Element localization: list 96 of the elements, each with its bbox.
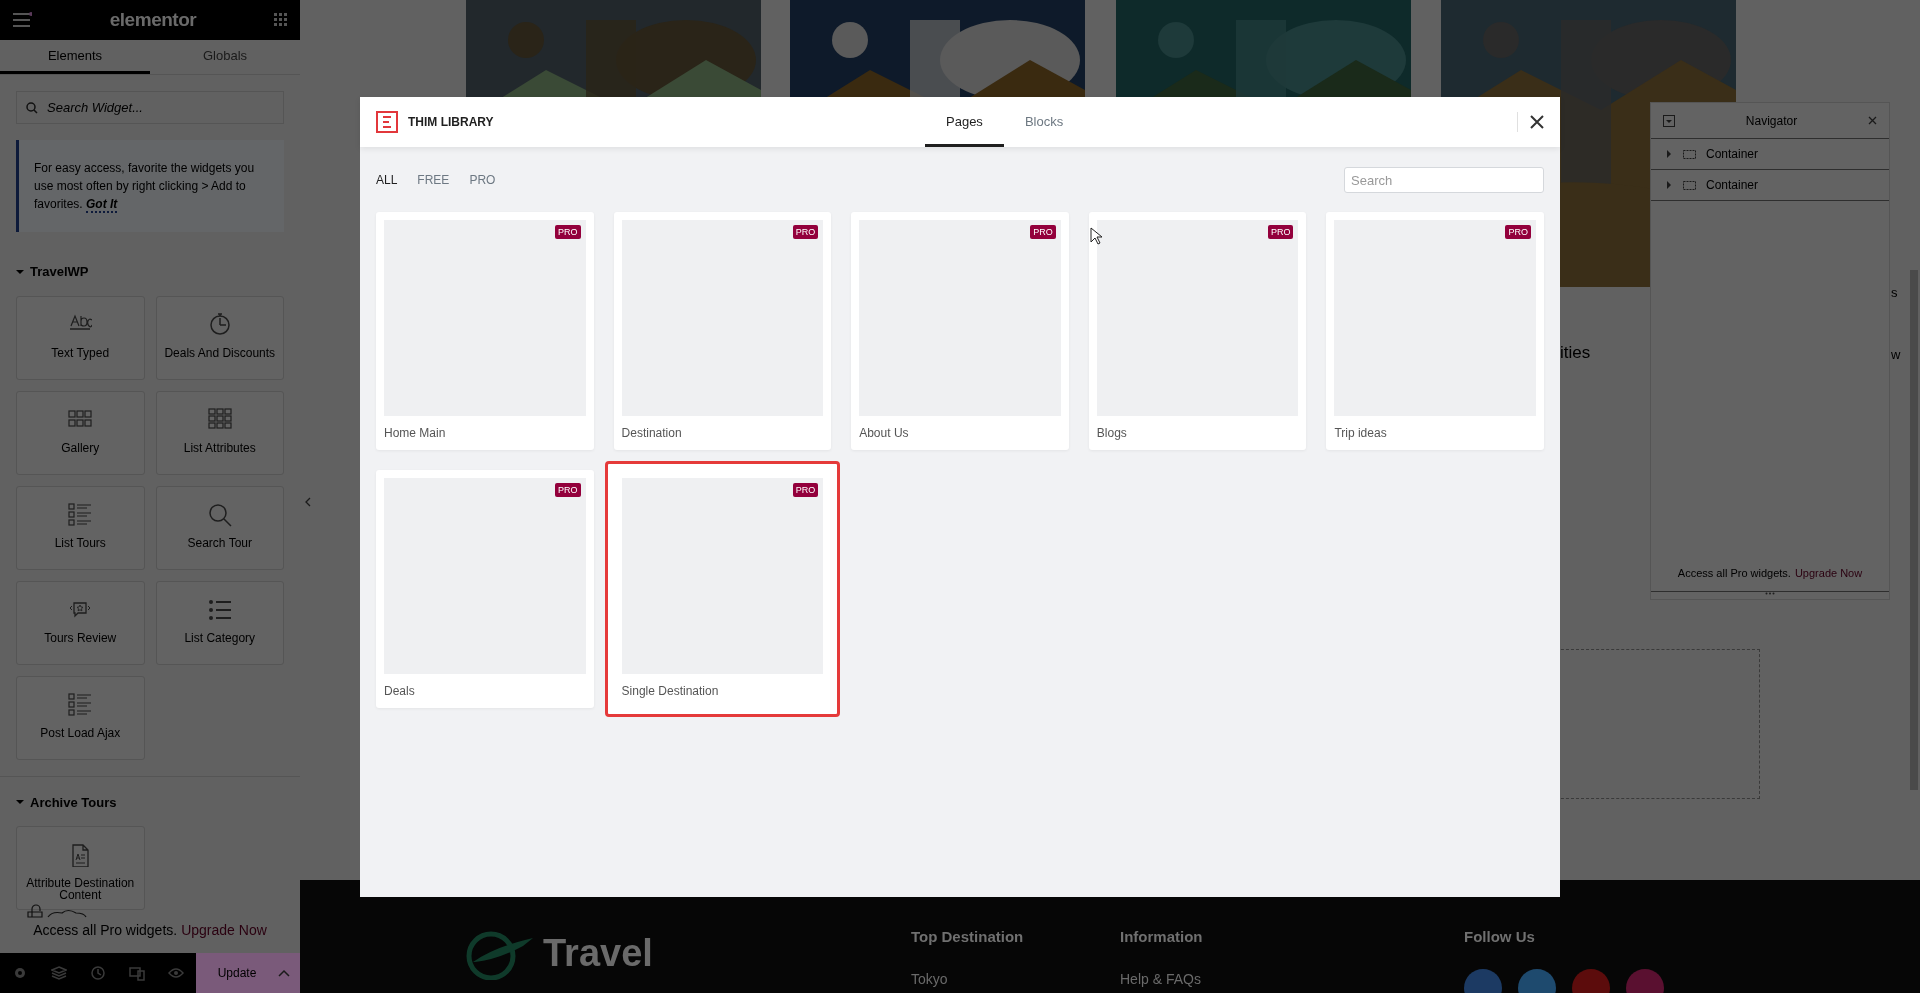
template-card[interactable]: PRO Home Main [376, 212, 594, 450]
modal-title: THIM LIBRARY [408, 114, 494, 131]
pro-badge: PRO [1030, 225, 1056, 239]
widget-label: Tours Review [44, 631, 117, 644]
logo-text: elementor [109, 7, 197, 32]
widget-card[interactable]: List Attributes [155, 390, 284, 475]
template-name: Single Destination [621, 683, 720, 700]
drag-handle-icon[interactable] [1765, 592, 1775, 595]
stopwatch-icon [207, 312, 232, 337]
template-card[interactable]: PRO About Us [851, 212, 1069, 450]
footer-heading: Top Destination [911, 927, 1024, 947]
tip-text: For easy access, favorite the widgets you use most often by right clicking > Add to favorites. Got It [34, 160, 256, 213]
navigator-item[interactable]: Container [1651, 139, 1889, 170]
section-title[interactable]: Archive Tours [30, 792, 117, 812]
template-name: Destination [621, 425, 683, 442]
template-name: Home Main [384, 425, 447, 442]
footer-link[interactable]: Help & FAQs [1120, 968, 1203, 990]
widget-card[interactable]: List Category [155, 580, 284, 665]
widget-card[interactable]: Post Load Ajax [16, 675, 145, 760]
library-logo-icon [376, 111, 398, 133]
template-card[interactable]: PRO Single Destination [604, 461, 841, 717]
upgrade-link[interactable]: Upgrade Now [181, 920, 267, 941]
responsive-icon [128, 965, 145, 981]
promo-text: Access all Pro widgets. [1677, 565, 1791, 581]
widget-card[interactable]: Deals And Discounts [155, 295, 284, 380]
layers-icon [50, 965, 67, 981]
search-field[interactable]: Search Widget... [16, 91, 284, 124]
widget-label: Text Typed [51, 346, 110, 359]
widget-label: Search Tour [187, 536, 252, 549]
panel-tab[interactable]: Elements [0, 40, 150, 74]
widget-label: List Category [184, 631, 256, 644]
widget-card[interactable]: Gallery [16, 390, 145, 475]
template-card[interactable]: PRO Destination [613, 212, 832, 450]
widget-label: Post Load Ajax [40, 726, 121, 739]
pro-badge: PRO [555, 483, 581, 497]
chevron-up-icon [278, 969, 290, 977]
pro-badge: PRO [792, 483, 819, 497]
container-icon [1683, 149, 1696, 159]
upgrade-link[interactable]: Upgrade Now [1794, 564, 1863, 581]
caret-down-icon[interactable] [16, 267, 24, 276]
page-text: w [1891, 346, 1901, 364]
template-card[interactable]: PRO Deals [376, 470, 594, 708]
template-card[interactable]: PRO Trip ideas [1326, 212, 1544, 450]
widget-label: Gallery [61, 441, 100, 454]
template-name: Deals [384, 683, 416, 700]
apps-grid-icon[interactable] [274, 13, 288, 27]
widget-label: Attribute Destination Content [25, 877, 136, 901]
list-icon [207, 597, 232, 622]
section-title[interactable]: TravelWP [30, 262, 89, 282]
widget-card[interactable]: Search Tour [155, 485, 284, 570]
footer-heading: Follow Us [1464, 927, 1536, 947]
library-tab[interactable]: Blocks [1003, 97, 1085, 147]
footer-link[interactable]: Tokyo [911, 968, 1024, 990]
pro-badge: PRO [792, 225, 819, 239]
panel-tab[interactable]: Globals [150, 40, 300, 74]
widget-card[interactable]: Tours Review [16, 580, 145, 665]
widget-card[interactable]: List Tours [16, 485, 145, 570]
caret-down-icon[interactable] [16, 798, 24, 807]
filter-tab[interactable]: ALL [376, 171, 398, 189]
page-text: s [1891, 284, 1898, 302]
template-name: Trip ideas [1334, 425, 1388, 442]
update-button[interactable]: Update [196, 953, 300, 993]
got-it-link[interactable]: Got It [86, 197, 118, 213]
template-name: About Us [859, 425, 910, 442]
widget-card[interactable]: Text Typed [16, 295, 145, 380]
filter-tab[interactable]: FREE [417, 171, 450, 189]
pro-badge: PRO [1267, 225, 1294, 239]
widget-card[interactable]: Attribute Destination Content [16, 826, 145, 910]
preview-icon [167, 965, 184, 981]
template-name: Blogs [1096, 425, 1128, 442]
widget-label: List Tours [54, 536, 106, 549]
navigator-title: Navigator [1744, 112, 1799, 130]
pro-badge: PRO [1505, 225, 1531, 239]
checklist-icon [68, 502, 93, 527]
container-icon [1683, 180, 1696, 190]
mouse-cursor-icon [1090, 227, 1102, 245]
checklist-icon [68, 692, 93, 717]
template-card[interactable]: PRO Blogs [1088, 212, 1307, 450]
footer-heading: Information [1120, 927, 1203, 947]
promo-text: Access all Pro widgets. [33, 921, 178, 940]
widget-label: Deals And Discounts [164, 346, 276, 359]
filter-tab[interactable]: PRO [469, 171, 496, 189]
pro-badge: PRO [555, 225, 581, 239]
search-icon [207, 502, 232, 527]
history-icon [89, 965, 106, 981]
grid-icon [207, 407, 232, 432]
footer-logo-text: Travel [543, 931, 653, 976]
close-icon[interactable] [1530, 115, 1544, 129]
navigator-item[interactable]: Container [1651, 170, 1889, 201]
search-icon [26, 102, 38, 114]
page-text: ities [1560, 342, 1591, 364]
library-tab[interactable]: Pages [925, 97, 1004, 147]
chevron-left-icon [305, 497, 311, 507]
menu-icon[interactable] [12, 12, 32, 28]
widget-label: List Attributes [183, 441, 256, 454]
collapse-icon[interactable] [1663, 114, 1675, 127]
